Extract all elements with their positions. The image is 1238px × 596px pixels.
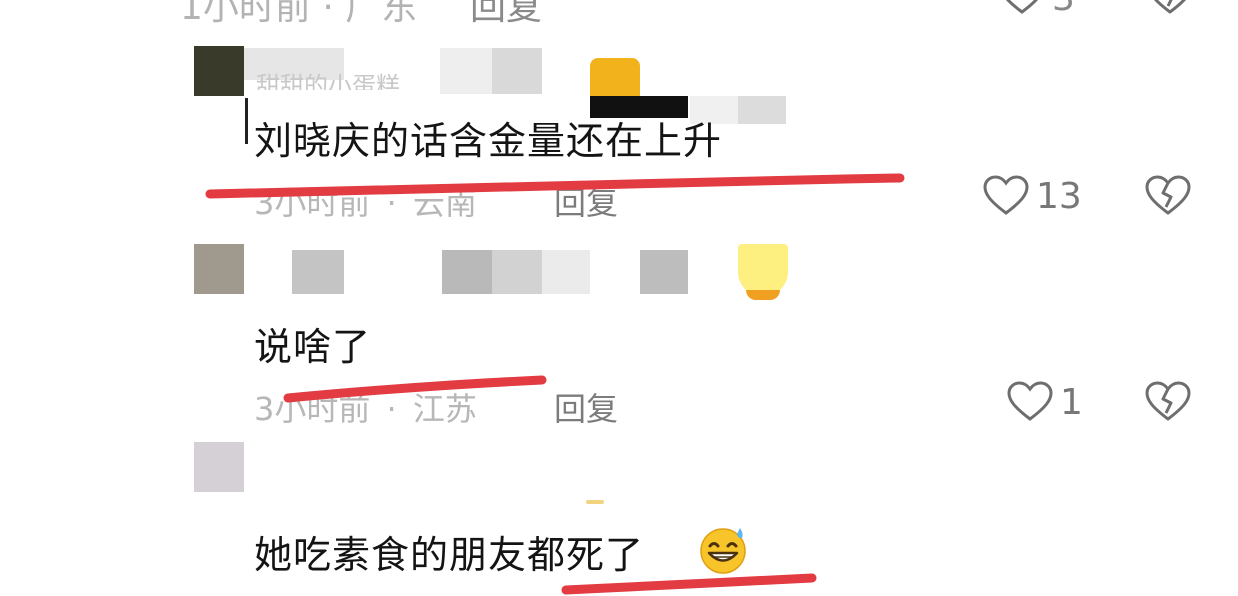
broken-heart-icon [1154, 0, 1186, 14]
like-count: 1 [1060, 382, 1083, 423]
comment-text: 刘晓庆的话含金量还在上升 [254, 119, 723, 163]
dislike-button[interactable] [1144, 174, 1192, 216]
comment-text: 她吃素食的朋友都死了 [254, 524, 644, 579]
avatar[interactable] [194, 46, 244, 96]
username-censor-block [492, 48, 542, 94]
comment-text: 说啥了 [254, 325, 372, 369]
username[interactable]: 甜甜的小蛋糕 [256, 64, 400, 90]
dislike-button[interactable] [1144, 380, 1192, 422]
like-button[interactable] [982, 174, 1030, 216]
previous-like-count: 3 [1052, 0, 1075, 19]
previous-like-button[interactable] [998, 0, 1046, 14]
comment-text-content: 她吃素食的朋友都死了 [254, 533, 645, 577]
avatar[interactable] [194, 442, 244, 492]
heart-outline-icon [983, 175, 1029, 215]
username-censor-block [492, 250, 542, 294]
meta-separator: · [386, 390, 397, 428]
heart-outline-icon [1006, 0, 1038, 14]
reply-button[interactable]: 回复 [554, 178, 618, 224]
comment-meta: 3小时前 · 江苏 [254, 384, 477, 430]
badge-icon [746, 290, 780, 300]
comment-meta: 3小时前 · 云南 [254, 178, 477, 224]
badge-icon [738, 244, 788, 296]
cursor-mark [245, 98, 248, 144]
username-censor-block [542, 250, 590, 294]
reply-button[interactable]: 回复 [554, 384, 618, 430]
username-censor-block [640, 250, 688, 294]
like-count: 13 [1036, 176, 1082, 217]
comment-time: 3小时前 [254, 390, 371, 428]
heart-outline-icon [1007, 381, 1053, 421]
username-censor-block [738, 96, 786, 124]
previous-reply-button[interactable]: 回复 [470, 0, 542, 30]
comment-location: 江苏 [412, 390, 477, 428]
username-censor-block [440, 48, 492, 94]
username-censor-block [292, 250, 344, 294]
sweat-smile-emoji [696, 524, 750, 574]
like-button[interactable] [1006, 380, 1054, 422]
comment-location: 云南 [412, 184, 477, 222]
badge-icon [590, 58, 640, 98]
previous-dislike-button[interactable] [1146, 0, 1194, 14]
username-censor-block [442, 250, 492, 294]
meta-separator: · [386, 184, 397, 222]
previous-comment-meta: 1小时前 · 广东 [180, 0, 418, 28]
broken-heart-icon [1145, 175, 1191, 215]
username-censor-block [586, 500, 604, 504]
avatar[interactable] [194, 244, 244, 294]
comment-time: 3小时前 [254, 184, 371, 222]
broken-heart-icon [1145, 381, 1191, 421]
